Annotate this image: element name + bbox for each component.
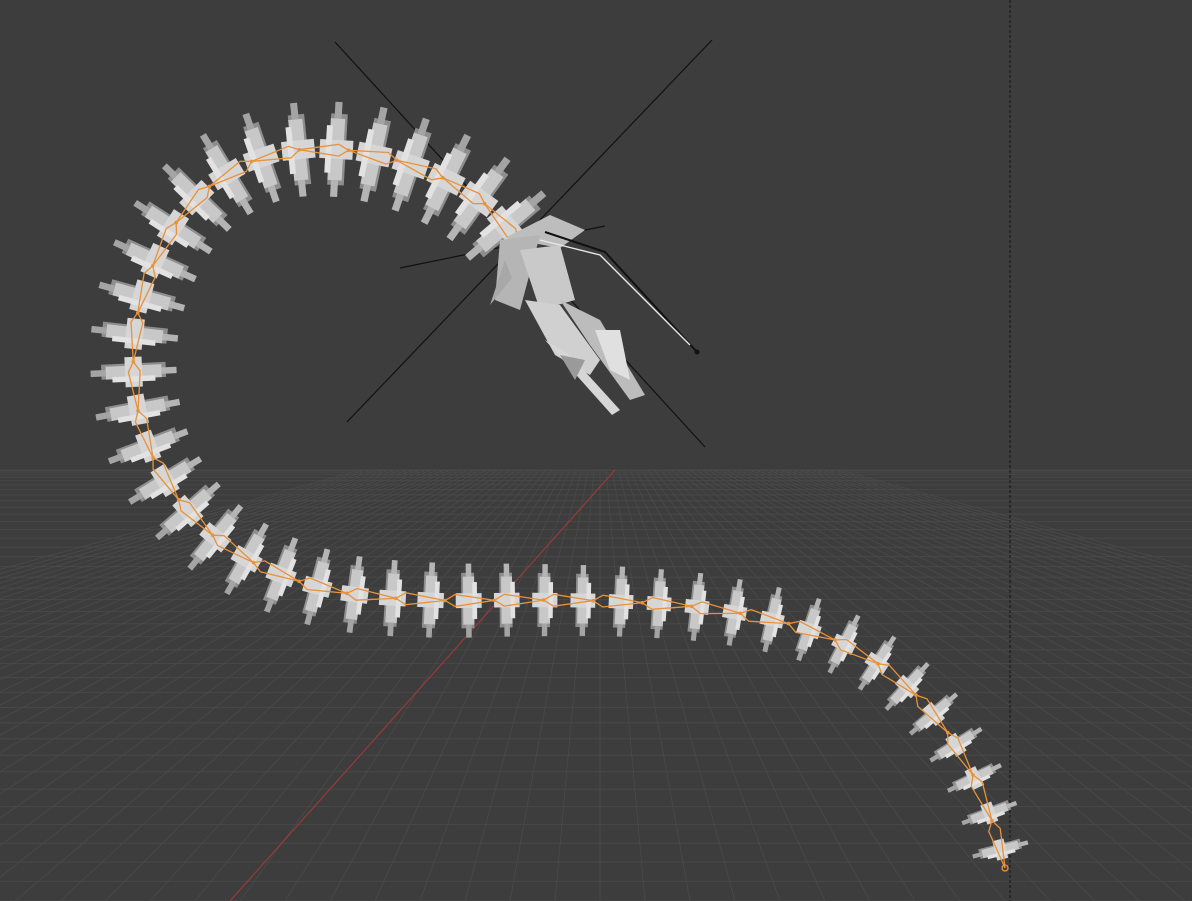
bone-joint	[443, 598, 447, 603]
bone-joint	[251, 560, 256, 565]
bone-joint	[492, 598, 497, 603]
bone-joint	[297, 147, 302, 152]
bone-joint	[541, 598, 546, 602]
bone-joint	[136, 409, 140, 413]
bone-joint	[946, 730, 950, 735]
bone-joint	[395, 158, 399, 163]
viewport-background	[0, 0, 1192, 901]
bone-joint	[689, 604, 694, 609]
bone-joint	[876, 661, 880, 666]
bone-joint	[131, 360, 136, 364]
bone-joint	[786, 621, 791, 626]
bone-joint	[394, 596, 398, 601]
bone-joint	[640, 600, 645, 605]
bone-joint	[174, 220, 178, 225]
bone-joint	[297, 579, 301, 584]
bone-joint	[207, 184, 212, 189]
bone-joint	[176, 497, 181, 502]
bone-joint	[441, 176, 445, 180]
3d-viewport[interactable]	[0, 0, 1192, 901]
bone-joint	[482, 201, 487, 206]
bone-joint	[150, 264, 155, 268]
bone-joint	[990, 818, 994, 823]
bone-joint	[249, 159, 254, 164]
bone-joint	[151, 455, 155, 460]
bone-joint	[346, 148, 351, 153]
bone-joint	[591, 598, 595, 603]
bone-joint	[914, 693, 918, 697]
bone-joint	[833, 638, 837, 642]
bone-joint	[738, 611, 743, 616]
bone-joint	[210, 533, 215, 537]
bone-joint	[136, 311, 140, 315]
bone-joint	[971, 773, 975, 777]
bone-joint	[345, 591, 349, 596]
